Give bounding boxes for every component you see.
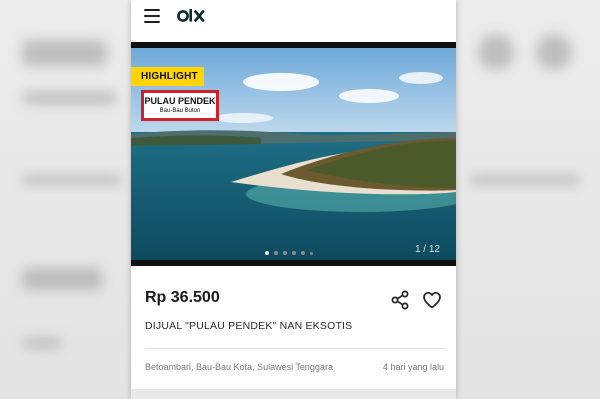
blurred-heading: [22, 268, 102, 290]
listing-photo[interactable]: HIGHLIGHT PULAU PENDEK Bau-Bau Buton 1 /…: [131, 42, 456, 266]
blurred-icon: [478, 34, 514, 70]
carousel-dot[interactable]: [274, 251, 278, 255]
blurred-text: [22, 175, 122, 185]
listing-location: Betoambari, Bau-Bau Kota, Sulawesi Tengg…: [145, 362, 333, 372]
bottom-strip: [131, 389, 456, 399]
phone-screen: HIGHLIGHT PULAU PENDEK Bau-Bau Buton 1 /…: [131, 0, 456, 399]
carousel-dot[interactable]: [292, 251, 296, 255]
blurred-icon: [536, 34, 572, 70]
listing-title: DIJUAL "PULAU PENDEK" NAN EKSOTIS: [145, 320, 353, 332]
carousel-dot-active[interactable]: [265, 251, 269, 255]
sign-subtitle: Bau-Bau Buton: [159, 108, 201, 114]
hamburger-menu-icon[interactable]: [144, 9, 160, 23]
divider: [145, 348, 445, 349]
carousel-dots[interactable]: [265, 251, 313, 255]
location-sign: PULAU PENDEK Bau-Bau Buton: [141, 90, 219, 121]
blurred-text: [470, 175, 580, 185]
listing-price: Rp 36.500: [145, 289, 220, 306]
image-counter: 1 / 12: [414, 244, 440, 255]
carousel-dot[interactable]: [283, 251, 287, 255]
top-bar: [131, 0, 456, 40]
blurred-text: [22, 338, 62, 348]
blurred-text: [22, 92, 117, 104]
blurred-price: [22, 40, 107, 66]
heart-icon[interactable]: [421, 289, 443, 311]
listing-posted-time: 4 hari yang lalu: [382, 362, 444, 372]
carousel-dot[interactable]: [301, 251, 305, 255]
carousel-dot[interactable]: [310, 251, 313, 255]
share-icon[interactable]: [389, 289, 411, 311]
sign-title: PULAU PENDEK: [144, 96, 216, 106]
olx-logo[interactable]: [177, 5, 207, 27]
highlight-badge: HIGHLIGHT: [131, 67, 204, 86]
